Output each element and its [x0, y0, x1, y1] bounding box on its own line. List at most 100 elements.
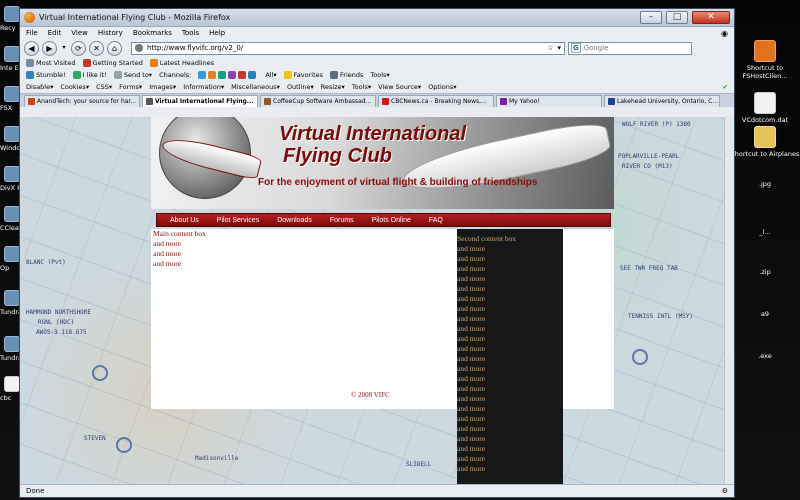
- stumble-tools-button[interactable]: Tools▾: [370, 71, 389, 79]
- webdev-information[interactable]: Information▾: [183, 83, 224, 91]
- menu-bar: File Edit View History Bookmarks Tools H…: [20, 27, 734, 39]
- airport-symbol-icon: [92, 365, 108, 381]
- menu-file[interactable]: File: [26, 29, 38, 37]
- back-button[interactable]: ◀: [24, 40, 39, 56]
- tab-cbcnews[interactable]: CBCNews.ca - Breaking News,...: [378, 95, 494, 107]
- map-label: WOLF RIVER (P) 1380: [622, 121, 691, 128]
- close-button[interactable]: ✕: [692, 11, 730, 24]
- second-box-line: and more: [457, 334, 486, 343]
- menu-tools[interactable]: Tools: [182, 29, 199, 37]
- webdev-view-source[interactable]: View Source▾: [378, 83, 421, 91]
- webdev-cookies[interactable]: Cookies▾: [60, 83, 89, 91]
- second-content-box: Second content box and more and more and…: [457, 229, 563, 485]
- webdev-forms[interactable]: Forms▾: [119, 83, 142, 91]
- desktop-icon-vcdotcom[interactable]: VCdotcom.dat: [730, 92, 800, 124]
- menu-history[interactable]: History: [98, 29, 123, 37]
- airport-symbol-icon: [116, 437, 132, 453]
- menu-edit[interactable]: Edit: [48, 29, 62, 37]
- webdev-options[interactable]: Options▾: [428, 83, 456, 91]
- nav-forums[interactable]: Forums: [321, 217, 363, 224]
- history-dropdown-icon[interactable]: ▾: [60, 41, 68, 56]
- send-to-button[interactable]: Send to▾: [113, 71, 152, 79]
- desktop-icon-label: Op: [0, 264, 10, 272]
- like-button[interactable]: I like it!: [72, 71, 107, 79]
- main-box-title: Main content box: [153, 229, 206, 238]
- channel-icon[interactable]: [238, 71, 247, 79]
- desktop-icon[interactable]: .exe: [730, 352, 800, 360]
- menu-help[interactable]: Help: [209, 29, 225, 37]
- nav-pilot-services[interactable]: Pilot Services: [208, 217, 268, 224]
- bookmark-getting-started[interactable]: Getting Started: [82, 59, 143, 67]
- map-label: BLANC (Pvt): [26, 259, 66, 266]
- stumble-button[interactable]: Stumble!: [26, 71, 66, 79]
- maximize-button[interactable]: □: [666, 11, 688, 24]
- vertical-scrollbar[interactable]: [724, 117, 734, 485]
- desktop-icon[interactable]: .zip: [730, 268, 800, 276]
- desktop-icon-airplanes[interactable]: Shortcut to Airplanes: [730, 126, 800, 158]
- menu-view[interactable]: View: [71, 29, 88, 37]
- webdev-tools[interactable]: Tools▾: [352, 83, 371, 91]
- channel-icon[interactable]: [208, 71, 217, 79]
- main-box-line: and more: [153, 259, 182, 268]
- channel-icon[interactable]: [248, 71, 257, 79]
- desktop-icon-label: Shortcut to Airplanes: [730, 150, 800, 158]
- favorites-button[interactable]: Favorites: [283, 71, 323, 79]
- desktop-icon-label: VCdotcom.dat: [741, 116, 789, 124]
- desktop-icon-label: Recy: [0, 24, 16, 32]
- tab-coffeecup[interactable]: CoffeeCup Software Ambassad...: [260, 95, 376, 107]
- forward-button[interactable]: ▶: [42, 40, 57, 56]
- channel-icon[interactable]: [218, 71, 227, 79]
- nav-faq[interactable]: FAQ: [420, 217, 452, 224]
- file-icon: [754, 92, 776, 114]
- firefox-bookmark-icon: [82, 59, 91, 67]
- title-bar[interactable]: Virtual International Flying Club - Mozi…: [20, 9, 734, 27]
- second-box-line: and more: [457, 324, 486, 333]
- all-channels-button[interactable]: All▾: [265, 71, 276, 79]
- folder-icon: [26, 59, 34, 67]
- desktop-icon[interactable]: a9: [730, 310, 800, 318]
- url-bar[interactable]: http://www.flyvifc.org/v2_0/ ☆ ▾: [131, 41, 565, 55]
- webdev-miscellaneous[interactable]: Miscellaneous▾: [231, 83, 280, 91]
- tab-anandtech[interactable]: AnandTech: your source for har...: [24, 95, 140, 107]
- friends-button[interactable]: Friends: [330, 71, 363, 79]
- bookmark-star-icon[interactable]: ☆: [547, 44, 553, 52]
- channel-icon[interactable]: [198, 71, 207, 79]
- tab-lakehead[interactable]: Lakehead University, Ontario, C...: [604, 95, 720, 107]
- home-button[interactable]: ⌂: [107, 40, 122, 56]
- desktop-icon[interactable]: .jpg: [730, 180, 800, 188]
- desktop-icon-label: .exe: [758, 352, 772, 360]
- url-text[interactable]: http://www.flyvifc.org/v2_0/: [147, 44, 543, 52]
- tab-favicon-icon: [264, 98, 271, 105]
- search-bar[interactable]: G Google: [568, 41, 692, 55]
- stumble-icon: [26, 71, 34, 79]
- tab-my-yahoo[interactable]: My Yahoo!: [496, 95, 602, 107]
- webdev-css[interactable]: CSS▾: [96, 83, 112, 91]
- nav-downloads[interactable]: Downloads: [268, 217, 321, 224]
- second-box-line: and more: [457, 254, 486, 263]
- channel-icon[interactable]: [228, 71, 237, 79]
- webdev-images[interactable]: Images▾: [149, 83, 176, 91]
- url-dropdown-icon[interactable]: ▾: [557, 44, 561, 52]
- nav-about-us[interactable]: About Us: [161, 217, 208, 224]
- status-addon-icon[interactable]: ⚙: [722, 487, 728, 495]
- bookmark-latest-headlines[interactable]: Latest Headlines: [149, 59, 214, 67]
- desktop-icon[interactable]: _l...: [730, 228, 800, 236]
- search-engine-icon[interactable]: G: [571, 43, 581, 53]
- minimize-button[interactable]: –: [640, 11, 662, 24]
- reload-button[interactable]: ⟳: [71, 40, 86, 56]
- page-content[interactable]: WOLF RIVER (P) 1380 POPLARVILLE-PEARL RI…: [20, 117, 734, 485]
- nav-pilots-online[interactable]: Pilots Online: [363, 217, 420, 224]
- bookmark-most-visited[interactable]: Most Visited: [26, 59, 76, 67]
- stop-button[interactable]: ✕: [89, 40, 104, 56]
- tab-vifc[interactable]: Virtual International Flying...: [142, 95, 258, 107]
- search-input[interactable]: Google: [584, 44, 609, 52]
- main-content-box: Main content box and more and more and m…: [153, 229, 453, 269]
- webdev-disable[interactable]: Disable▾: [26, 83, 53, 91]
- channel-icons[interactable]: [198, 71, 258, 79]
- webdev-resize[interactable]: Resize▾: [321, 83, 345, 91]
- webdev-outline[interactable]: Outline▾: [287, 83, 314, 91]
- second-box-line: and more: [457, 294, 486, 303]
- desktop-icon-fshost[interactable]: Shortcut to FSHostClien...: [730, 40, 800, 80]
- desktop-icon-label: _l...: [759, 228, 771, 236]
- menu-bookmarks[interactable]: Bookmarks: [133, 29, 172, 37]
